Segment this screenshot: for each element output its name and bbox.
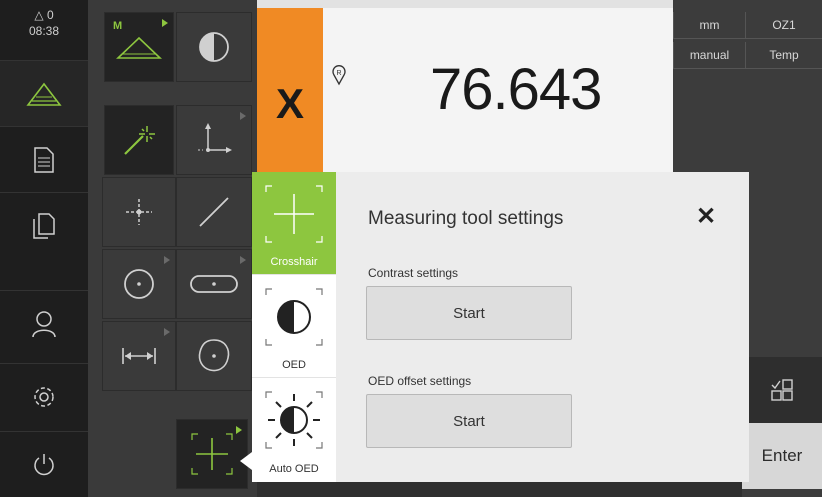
app-root: △ 0 08:38 M X R 76.643 mm OZ1 manual Tem… [0, 0, 822, 497]
tool-option-label: Crosshair [270, 256, 318, 268]
triangle-icon [26, 82, 62, 106]
blob-icon [198, 339, 230, 372]
measuring-tool-selector: Crosshair OED Auto OED [252, 172, 336, 482]
status-area: △ 0 08:38 [0, 0, 88, 60]
contrast-icon [199, 32, 229, 62]
status-time: 08:38 [28, 24, 60, 38]
slot-icon [190, 275, 238, 293]
expand-arrow-icon [162, 19, 168, 27]
auto-contrast-icon [265, 391, 323, 449]
tool-option-oed[interactable]: OED [252, 275, 336, 378]
menu-item-power[interactable] [0, 431, 88, 497]
tool-point[interactable] [102, 177, 176, 247]
power-icon [34, 453, 54, 475]
menu-item-user[interactable] [0, 290, 88, 356]
enter-button[interactable]: Enter [742, 423, 822, 489]
circle-icon [124, 269, 154, 299]
layout-button[interactable] [742, 357, 822, 423]
reference-pin-icon: R [332, 65, 346, 86]
oed-offset-settings-label: OED offset settings [368, 374, 472, 388]
contrast-settings-label: Contrast settings [368, 266, 459, 280]
oed-offset-start-button[interactable]: Start [366, 394, 572, 448]
tool-circle[interactable] [102, 249, 176, 319]
bottom-strip [257, 482, 742, 497]
contrast-icon [265, 288, 323, 346]
tool-line[interactable] [176, 177, 252, 247]
tool-freeform[interactable] [176, 321, 252, 391]
expand-arrow-icon [164, 328, 170, 336]
main-menu: △ 0 08:38 [0, 0, 88, 497]
close-icon[interactable]: ✕ [696, 202, 716, 231]
menu-item-files[interactable] [0, 192, 88, 258]
unit-button[interactable]: mm [673, 12, 745, 39]
expand-arrow-icon [240, 256, 246, 264]
tool-coordinate[interactable] [176, 105, 252, 175]
point-icon [126, 199, 152, 225]
tool-option-crosshair[interactable]: Crosshair [252, 172, 336, 275]
user-icon [32, 310, 56, 337]
menu-item-measure[interactable] [0, 60, 88, 126]
document-icon [34, 146, 54, 173]
reference-label: R [336, 70, 341, 77]
magic-wand-icon [124, 126, 155, 155]
crosshair-icon [265, 185, 323, 243]
tool-auto-select[interactable] [104, 105, 174, 175]
triangle-measure-icon [116, 36, 162, 59]
distance-icon [122, 348, 156, 364]
tool-option-label: OED [282, 359, 306, 371]
status-indicator: △ 0 [34, 8, 54, 22]
tool-crosshair-active[interactable] [176, 419, 248, 489]
line-icon [199, 197, 229, 227]
dialog-title: Measuring tool settings [368, 208, 564, 229]
position-value: 76.643 [430, 57, 602, 122]
popup-pointer [240, 452, 252, 470]
axis-label: X [275, 80, 304, 127]
layout-grid-icon [771, 379, 793, 401]
tool-slot[interactable] [176, 249, 252, 319]
coordinate-icon [198, 123, 232, 153]
files-icon [33, 212, 55, 239]
tool-palette: M [88, 0, 257, 497]
tool-contrast[interactable] [176, 12, 252, 82]
tool-option-auto-oed[interactable]: Auto OED [252, 378, 336, 481]
expand-arrow-icon [240, 112, 246, 120]
menu-item-journal[interactable] [0, 126, 88, 192]
contrast-start-button[interactable]: Start [366, 286, 572, 340]
expand-arrow-icon [164, 256, 170, 264]
manual-label: M [113, 20, 123, 32]
temp-button[interactable]: Temp [745, 42, 822, 69]
gear-icon [34, 386, 54, 407]
mode-button[interactable]: manual [673, 42, 745, 69]
tool-option-label: Auto OED [269, 463, 319, 475]
measuring-tool-settings-dialog: Measuring tool settings ✕ Contrast setti… [336, 172, 749, 482]
oz-button[interactable]: OZ1 [745, 12, 822, 39]
menu-item-settings[interactable] [0, 363, 88, 429]
tool-manual-measure[interactable]: M [104, 12, 174, 82]
expand-arrow-icon [236, 426, 242, 434]
display-top-bar [257, 0, 673, 8]
crosshair-icon [191, 433, 233, 475]
tool-distance[interactable] [102, 321, 176, 391]
